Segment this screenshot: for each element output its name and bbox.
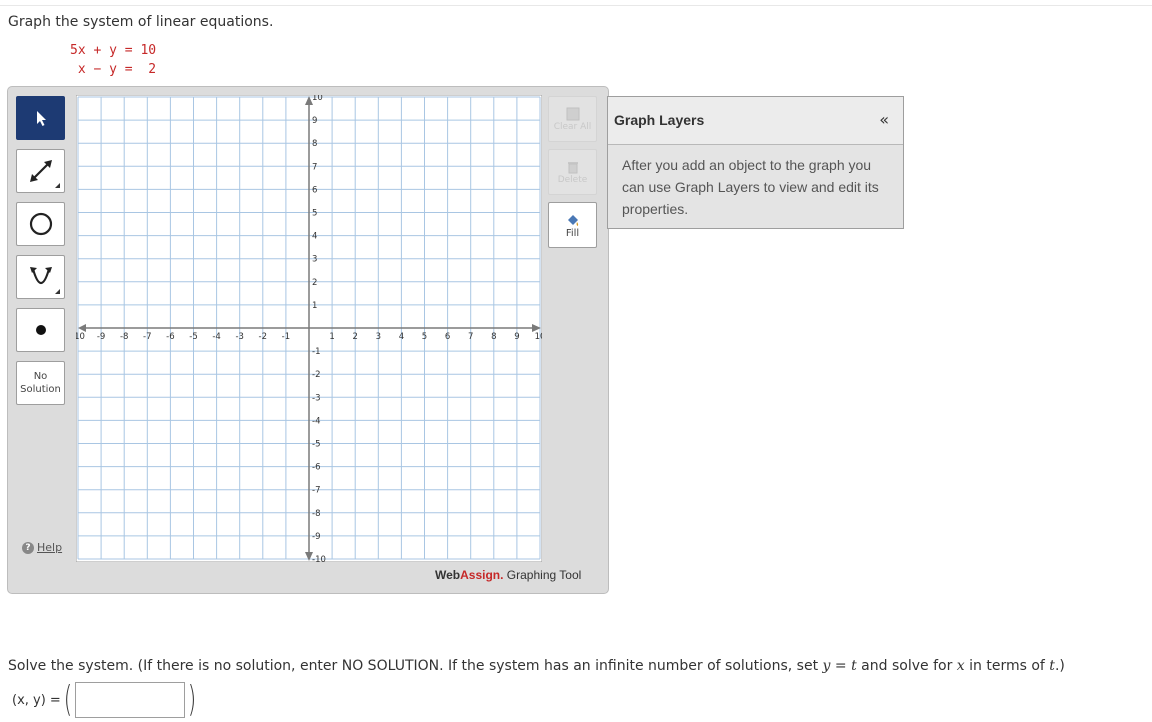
y-tick-label: -8 [312, 509, 320, 519]
clear-all-icon [566, 107, 579, 121]
x-tick-label: 10 [535, 332, 542, 342]
x-tick-label: 5 [422, 332, 427, 342]
line-tool-icon [29, 160, 52, 182]
y-tick-label: 9 [312, 116, 317, 126]
y-tick-label: -6 [312, 463, 320, 473]
x-tick-label: -8 [120, 332, 128, 342]
x-tick-label: 2 [352, 332, 357, 342]
x-tick-label: 1 [329, 332, 334, 342]
parabola-tool-button[interactable] [16, 255, 65, 299]
x-tick-label: -2 [259, 332, 267, 342]
y-tick-label: 4 [312, 232, 317, 242]
parabola-tool-icon [29, 267, 52, 285]
y-tick-label: 1 [312, 301, 317, 311]
paint-bucket-icon [567, 214, 578, 226]
point-tool-button[interactable] [16, 308, 65, 352]
arrow-pointer-icon [36, 111, 46, 126]
x-tick-label: 6 [445, 332, 450, 342]
clear-all-button[interactable]: Clear All [548, 96, 597, 142]
left-paren: ( [63, 679, 73, 720]
help-icon: ? [22, 541, 34, 554]
answer-label: (x, y) = [12, 692, 61, 708]
y-tick-label: 7 [312, 162, 317, 172]
x-tick-label: 4 [399, 332, 404, 342]
graph-layers-header: Graph Layers « [608, 97, 903, 145]
y-tick-label: 10 [312, 95, 323, 103]
x-tick-label: -9 [97, 332, 105, 342]
y-tick-label: 2 [312, 278, 317, 288]
equation-1: 5x + y = 10 [70, 43, 157, 58]
y-tick-label: 5 [312, 209, 317, 219]
top-divider [0, 5, 1152, 6]
y-tick-label: -5 [312, 440, 320, 450]
y-tick-label: 6 [312, 185, 317, 195]
right-paren: ) [187, 679, 197, 720]
x-tick-label: -6 [166, 332, 174, 342]
collapse-icon[interactable]: « [879, 110, 889, 129]
circle-tool-button[interactable] [16, 202, 65, 246]
no-solution-label-1: No [33, 371, 48, 382]
answer-row: (x, y) = ( ) [12, 680, 199, 720]
y-tick-label: -3 [312, 393, 320, 403]
equation-2: x − y = 2 [70, 62, 157, 77]
x-tick-label: 3 [376, 332, 381, 342]
graph-layers-title: Graph Layers [614, 112, 705, 128]
brand-web: Web [435, 568, 461, 582]
fill-button[interactable]: Fill [548, 202, 597, 248]
problem-prompt: Graph the system of linear equations. [8, 14, 274, 30]
pointer-tool-button[interactable] [16, 96, 65, 140]
solve-instructions: Solve the system. (If there is no soluti… [8, 658, 1065, 674]
delete-button[interactable]: Delete [548, 149, 597, 195]
x-tick-label: 7 [468, 332, 473, 342]
y-tick-label: -1 [312, 347, 320, 357]
delete-label: Delete [557, 175, 588, 185]
graph-layers-description: After you add an object to the graph you… [622, 157, 879, 217]
help-link[interactable]: ? Help [22, 541, 62, 554]
help-label: Help [37, 541, 63, 554]
y-tick-label: 3 [312, 255, 317, 265]
x-tick-label: 9 [514, 332, 519, 342]
no-solution-button[interactable]: No Solution [16, 361, 65, 405]
x-tick-label: 8 [491, 332, 496, 342]
x-tick-label: -7 [143, 332, 151, 342]
y-tick-label: -10 [312, 555, 326, 562]
brand-tool: Graphing Tool [503, 568, 582, 582]
trash-icon [567, 162, 578, 174]
x-tick-label: -4 [212, 332, 220, 342]
y-tick-label: -9 [312, 532, 320, 542]
line-tool-button[interactable] [16, 149, 65, 193]
y-tick-label: 8 [312, 139, 317, 149]
no-solution-label-2: Solution [20, 384, 61, 395]
answer-input[interactable] [74, 682, 185, 718]
y-tick-label: -7 [312, 486, 320, 496]
fill-label: Fill [565, 227, 580, 239]
y-tick-label: -2 [312, 370, 320, 380]
webassign-brand: WebAssign. Graphing Tool [435, 568, 581, 582]
x-tick-label: -10 [76, 332, 85, 342]
x-tick-label: -5 [189, 332, 197, 342]
clear-all-label: Clear All [553, 122, 592, 132]
x-tick-label: -3 [235, 332, 243, 342]
point-tool-icon [35, 325, 46, 335]
y-tick-label: -4 [312, 416, 320, 426]
circle-tool-icon [29, 212, 52, 236]
x-tick-label: -1 [282, 332, 290, 342]
brand-assign: Assign. [460, 568, 504, 582]
coordinate-graph[interactable]: -10 -9 -8 -7 -6 -5 -4 -3 -2 -1 1 2 3 4 5 6 7 8 9 10 10 9 8 7 6 5 4… [76, 95, 542, 562]
graph-layers-panel: Graph Layers « After you add an object t… [607, 96, 904, 229]
